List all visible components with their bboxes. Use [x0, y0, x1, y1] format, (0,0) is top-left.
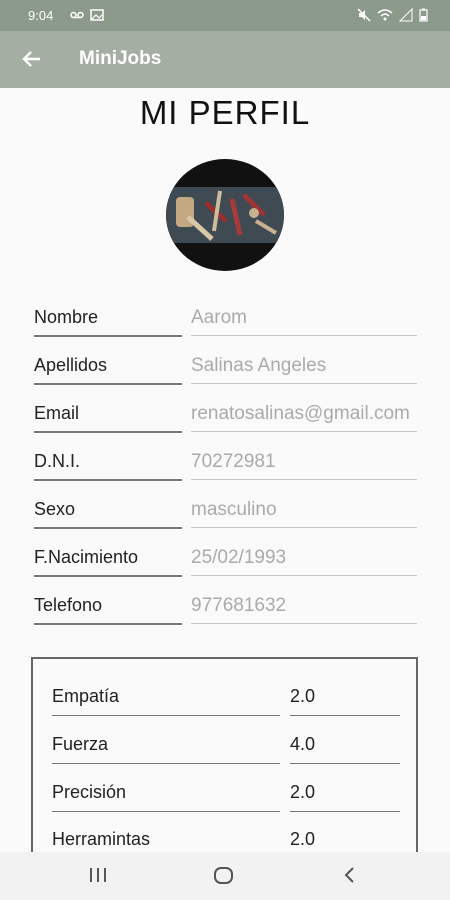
- signal-icon: [398, 7, 413, 25]
- mute-icon: [357, 8, 371, 25]
- skill-fuerza-value[interactable]: 4.0: [290, 734, 400, 764]
- system-nav-bar: [0, 852, 450, 900]
- skill-fuerza-label: Fuerza: [52, 734, 280, 764]
- sexo-label: Sexo: [34, 499, 182, 529]
- recent-apps-icon[interactable]: [88, 864, 108, 891]
- email-label: Email: [34, 403, 182, 433]
- home-icon[interactable]: [213, 864, 235, 891]
- wifi-icon: [377, 8, 393, 25]
- fecha-nacimiento-field[interactable]: 25/02/1993: [191, 547, 417, 576]
- battery-icon: [419, 8, 428, 25]
- telefono-field[interactable]: 977681632: [191, 595, 417, 624]
- tools-photo: [166, 187, 284, 243]
- app-title: MiniJobs: [79, 48, 162, 69]
- status-bar: 9:04: [0, 0, 450, 31]
- nombre-label: Nombre: [34, 307, 182, 337]
- skill-empatia-label: Empatía: [52, 686, 280, 716]
- status-left-icons: [70, 8, 104, 25]
- image-icon: [90, 8, 104, 25]
- skill-empatia-value[interactable]: 2.0: [290, 686, 400, 716]
- dni-field[interactable]: 70272981: [191, 451, 417, 480]
- status-time: 9:04: [28, 8, 54, 23]
- voicemail-icon: [70, 8, 84, 25]
- apellidos-field[interactable]: Salinas Angeles: [191, 355, 417, 384]
- back-icon[interactable]: [340, 864, 360, 891]
- page-title: MI PERFIL: [139, 94, 311, 131]
- skill-precision-label: Precisión: [52, 782, 280, 812]
- arrow-left-icon[interactable]: [20, 47, 44, 71]
- nombre-field[interactable]: Aarom: [191, 307, 417, 336]
- avatar[interactable]: [166, 159, 284, 271]
- fecha-nacimiento-label: F.Nacimiento: [34, 547, 182, 577]
- apellidos-label: Apellidos: [34, 355, 182, 385]
- telefono-label: Telefono: [34, 595, 182, 625]
- email-field[interactable]: renatosalinas@gmail.com: [191, 403, 417, 432]
- app-bar: MiniJobs: [0, 31, 450, 88]
- status-right-icons: [357, 7, 428, 25]
- sexo-field[interactable]: masculino: [191, 499, 417, 528]
- skill-precision-value[interactable]: 2.0: [290, 782, 400, 812]
- dni-label: D.N.I.: [34, 451, 182, 481]
